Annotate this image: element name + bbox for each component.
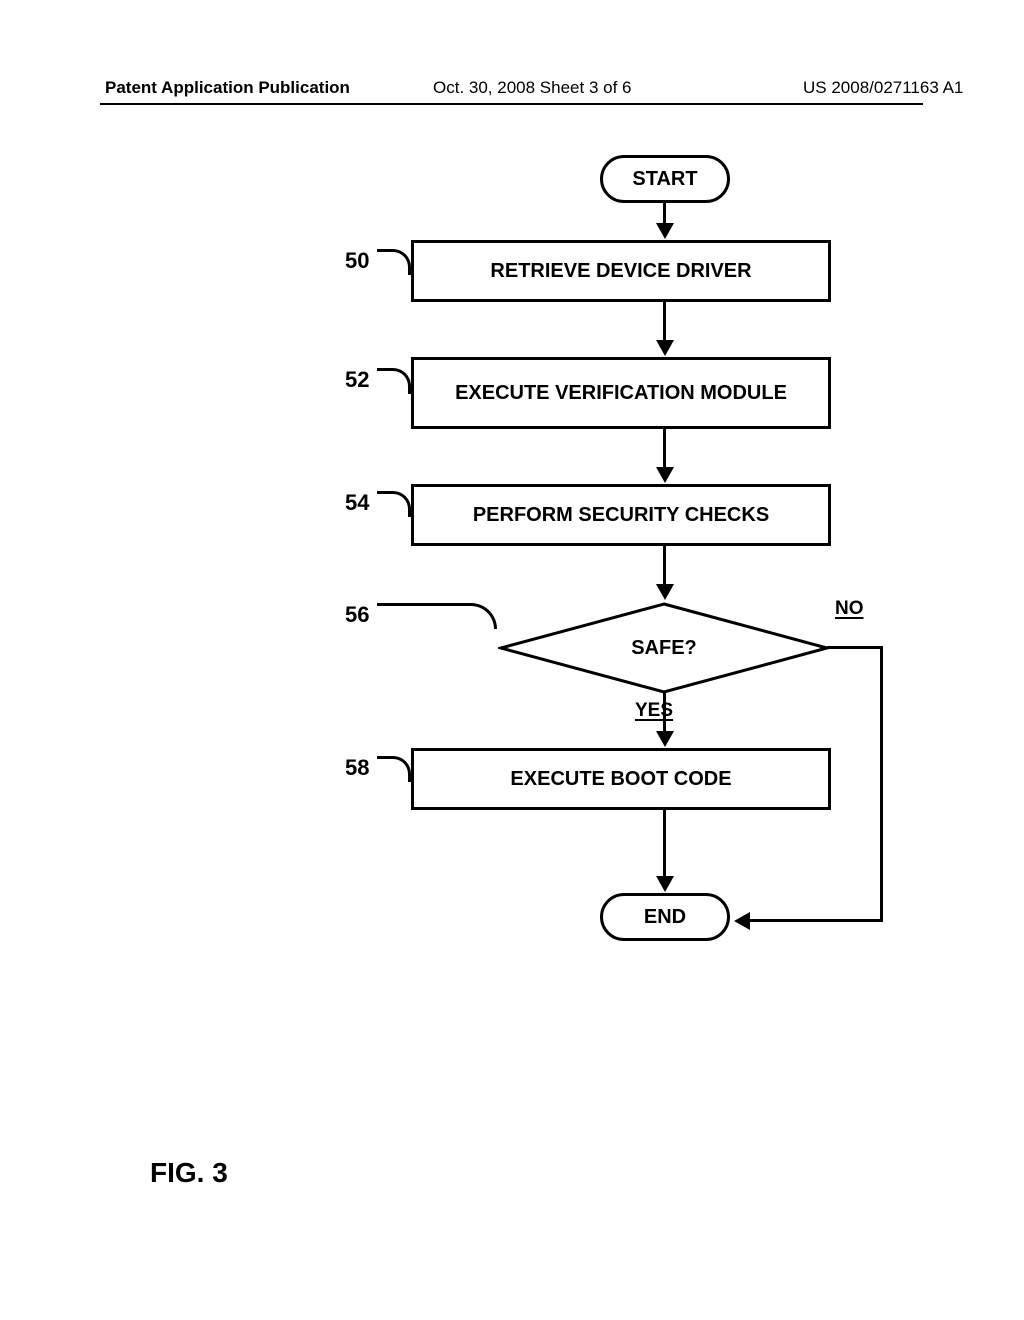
step-54-label: PERFORM SECURITY CHECKS <box>473 504 769 527</box>
arrowhead-icon <box>656 340 674 356</box>
start-label: START <box>632 168 697 191</box>
ref-tick-icon <box>377 491 411 517</box>
arrowhead-icon <box>656 467 674 483</box>
ref-50: 50 <box>345 248 369 274</box>
step-50-box: RETRIEVE DEVICE DRIVER <box>411 240 831 302</box>
connector <box>663 203 666 225</box>
start-node: START <box>600 155 730 203</box>
edge-no-label: NO <box>835 598 864 620</box>
connector <box>827 646 883 649</box>
connector <box>663 429 666 469</box>
header-mid: Oct. 30, 2008 Sheet 3 of 6 <box>433 78 631 98</box>
edge-yes-label: YES <box>635 700 673 722</box>
connector <box>663 546 666 586</box>
connector <box>663 693 666 733</box>
header-rule <box>100 103 923 105</box>
end-label: END <box>644 906 686 929</box>
arrowhead-icon <box>656 584 674 600</box>
ref-58: 58 <box>345 755 369 781</box>
ref-56: 56 <box>345 602 369 628</box>
step-52-label: EXECUTE VERIFICATION MODULE <box>455 382 787 405</box>
arrowhead-icon <box>734 912 750 930</box>
step-58-box: EXECUTE BOOT CODE <box>411 748 831 810</box>
end-node: END <box>600 893 730 941</box>
arrowhead-icon <box>656 223 674 239</box>
decision-56-label: SAFE? <box>631 637 697 660</box>
step-54-box: PERFORM SECURITY CHECKS <box>411 484 831 546</box>
figure-caption: FIG. 3 <box>150 1157 228 1189</box>
step-58-label: EXECUTE BOOT CODE <box>510 768 731 791</box>
ref-tick-icon <box>377 368 411 394</box>
decision-56: SAFE? <box>498 601 830 695</box>
arrowhead-icon <box>656 876 674 892</box>
ref-52: 52 <box>345 367 369 393</box>
connector <box>663 302 666 342</box>
ref-tick-icon <box>377 603 497 629</box>
connector <box>749 919 883 922</box>
arrowhead-icon <box>656 731 674 747</box>
header-right: US 2008/0271163 A1 <box>803 78 963 98</box>
connector <box>663 810 666 878</box>
step-50-label: RETRIEVE DEVICE DRIVER <box>490 260 751 283</box>
ref-54: 54 <box>345 490 369 516</box>
step-52-box: EXECUTE VERIFICATION MODULE <box>411 357 831 429</box>
header-left: Patent Application Publication <box>105 78 350 98</box>
connector <box>880 646 883 921</box>
flowchart: START 50 RETRIEVE DEVICE DRIVER 52 EXECU… <box>335 155 915 995</box>
ref-tick-icon <box>377 756 411 782</box>
ref-tick-icon <box>377 249 411 275</box>
